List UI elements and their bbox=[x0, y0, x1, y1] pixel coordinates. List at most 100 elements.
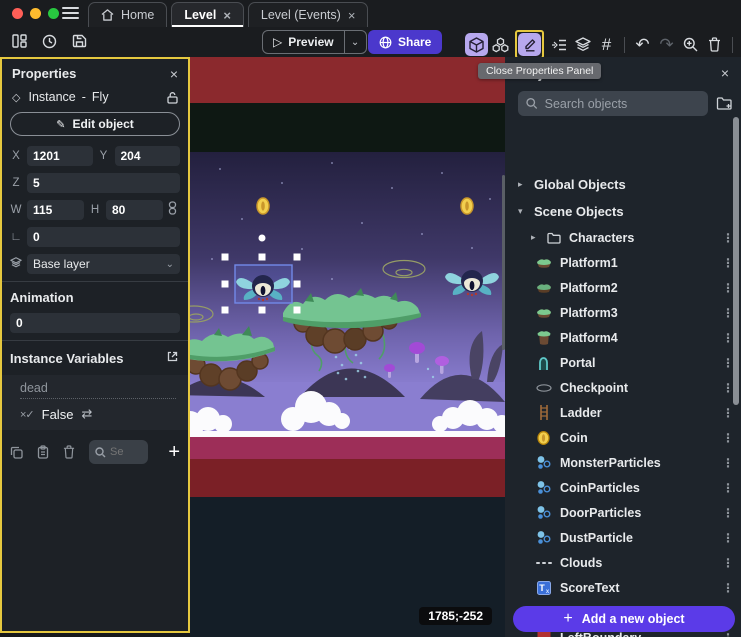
object-item-monsterparticles[interactable]: MonsterParticles⋮ bbox=[505, 450, 741, 475]
z-field[interactable] bbox=[27, 173, 180, 193]
angle-field[interactable] bbox=[27, 227, 180, 247]
tab-level[interactable]: Level × bbox=[171, 2, 244, 27]
x-field[interactable] bbox=[27, 146, 93, 166]
h-label: H bbox=[89, 204, 101, 216]
delete-variable-icon[interactable] bbox=[63, 445, 75, 459]
animation-field[interactable] bbox=[10, 313, 180, 333]
delete-icon[interactable] bbox=[703, 33, 726, 56]
object-item-platform2[interactable]: Platform2⋮ bbox=[505, 275, 741, 300]
object-item-platform1[interactable]: Platform1⋮ bbox=[505, 250, 741, 275]
undo-icon[interactable]: ↶ bbox=[631, 33, 654, 56]
add-variable-button[interactable]: + bbox=[168, 441, 180, 464]
close-tab-icon[interactable]: × bbox=[223, 9, 231, 22]
object-item-platform4[interactable]: Platform4⋮ bbox=[505, 325, 741, 350]
objects-group-icon[interactable] bbox=[489, 33, 512, 56]
object-item-ladder[interactable]: Ladder⋮ bbox=[505, 400, 741, 425]
paste-variable-icon[interactable] bbox=[37, 445, 49, 459]
objects-scrollbar[interactable] bbox=[733, 117, 739, 405]
folder-label: Characters bbox=[569, 231, 707, 245]
maximize-window-button[interactable] bbox=[48, 8, 59, 19]
layer-dropdown[interactable]: Base layer ⌄ bbox=[27, 254, 180, 274]
home-icon bbox=[101, 9, 114, 21]
object-item-scoretext[interactable]: TxScoreText⋮ bbox=[505, 575, 741, 600]
grid-icon[interactable]: # bbox=[595, 33, 618, 56]
toggle-panels-icon[interactable] bbox=[8, 30, 30, 52]
edit-object-button[interactable]: ✎ Edit object bbox=[10, 112, 180, 136]
item-menu-icon[interactable]: ⋮ bbox=[715, 481, 741, 495]
object-item-label: DoorParticles bbox=[560, 506, 715, 520]
unlock-icon[interactable] bbox=[167, 91, 178, 104]
variable-row[interactable]: dead ×✓ False ⇄ bbox=[2, 375, 188, 430]
app-window: Home Level × Level (Events) × bbox=[0, 0, 741, 637]
object-item-coin[interactable]: Coin⋮ bbox=[505, 425, 741, 450]
share-button[interactable]: Share bbox=[368, 30, 442, 54]
open-variables-icon[interactable] bbox=[167, 349, 178, 367]
search-icon bbox=[526, 97, 538, 110]
object-item-platform3[interactable]: Platform3⋮ bbox=[505, 300, 741, 325]
save-icon[interactable] bbox=[68, 30, 90, 52]
variable-search[interactable] bbox=[89, 440, 148, 464]
y-label: Y bbox=[98, 150, 110, 162]
y-field[interactable] bbox=[115, 146, 181, 166]
zoom-in-icon[interactable] bbox=[679, 33, 702, 56]
add-folder-icon[interactable] bbox=[716, 96, 733, 111]
group-global-objects[interactable]: ▸ Global Objects bbox=[505, 171, 741, 198]
variable-name[interactable]: dead bbox=[20, 381, 176, 399]
layers-icon[interactable] bbox=[571, 33, 594, 56]
object-item-label: Platform1 bbox=[560, 256, 715, 270]
item-menu-icon[interactable]: ⋮ bbox=[715, 556, 741, 570]
preview-dropdown-icon[interactable]: ⌄ bbox=[344, 31, 366, 53]
width-field[interactable] bbox=[27, 200, 84, 220]
platform-tall-icon bbox=[535, 330, 552, 345]
add-object-button[interactable]: + Add a new object bbox=[513, 606, 735, 632]
object-item-portal[interactable]: Portal⋮ bbox=[505, 350, 741, 375]
item-menu-icon[interactable]: ⋮ bbox=[715, 406, 741, 420]
scene-canvas[interactable]: 1785;-252 bbox=[190, 57, 505, 637]
highlight-box bbox=[515, 30, 544, 59]
object-item-clouds[interactable]: Clouds⋮ bbox=[505, 550, 741, 575]
lock-aspect-ratio-icon[interactable] bbox=[168, 201, 180, 220]
item-menu-icon[interactable]: ⋮ bbox=[715, 431, 741, 445]
rotate-handle[interactable] bbox=[259, 235, 266, 242]
variable-value[interactable]: False bbox=[42, 407, 74, 422]
cursor-coordinates: 1785;-252 bbox=[419, 607, 492, 625]
minimize-window-button[interactable] bbox=[30, 8, 41, 19]
coin-sprite[interactable] bbox=[461, 198, 473, 214]
folder-characters[interactable]: ▸ Characters ⋮ bbox=[505, 225, 741, 250]
instances-list-icon[interactable] bbox=[547, 33, 570, 56]
group-scene-objects[interactable]: ▾ Scene Objects bbox=[505, 198, 741, 225]
copy-variable-icon[interactable] bbox=[10, 446, 23, 459]
objects-search[interactable] bbox=[518, 91, 708, 116]
instance-dash: - bbox=[82, 90, 86, 104]
menu-icon[interactable] bbox=[62, 7, 79, 20]
object-item-dustparticle[interactable]: DustParticle⋮ bbox=[505, 525, 741, 550]
close-objects-panel-icon[interactable]: × bbox=[721, 66, 729, 80]
variable-search-input[interactable] bbox=[110, 446, 140, 458]
edit-properties-icon[interactable] bbox=[518, 33, 541, 56]
close-properties-icon[interactable]: × bbox=[170, 67, 178, 81]
objects-search-input[interactable] bbox=[545, 97, 700, 111]
preview-button[interactable]: ▷ Preview ⌄ bbox=[262, 30, 367, 54]
object-item-doorparticles[interactable]: DoorParticles⋮ bbox=[505, 500, 741, 525]
item-menu-icon[interactable]: ⋮ bbox=[715, 506, 741, 520]
history-icon[interactable] bbox=[38, 30, 60, 52]
bottom-boundary-band bbox=[190, 459, 505, 497]
tab-home[interactable]: Home bbox=[88, 2, 167, 27]
particles-icon bbox=[535, 455, 552, 470]
object-item-label: ScoreText bbox=[560, 581, 715, 595]
instance-type-label: Instance bbox=[28, 90, 75, 104]
item-menu-icon[interactable]: ⋮ bbox=[715, 456, 741, 470]
tab-level-events[interactable]: Level (Events) × bbox=[248, 2, 369, 27]
close-tab-icon[interactable]: × bbox=[348, 9, 356, 22]
height-field[interactable] bbox=[106, 200, 163, 220]
object-item-coinparticles[interactable]: CoinParticles⋮ bbox=[505, 475, 741, 500]
close-window-button[interactable] bbox=[12, 8, 23, 19]
3d-view-icon[interactable] bbox=[465, 33, 488, 56]
item-menu-icon[interactable]: ⋮ bbox=[715, 531, 741, 545]
plus-icon: + bbox=[563, 610, 572, 628]
object-item-checkpoint[interactable]: Checkpoint⋮ bbox=[505, 375, 741, 400]
coin-sprite[interactable] bbox=[257, 198, 269, 214]
toggle-value-icon[interactable]: ⇄ bbox=[81, 406, 92, 422]
item-menu-icon[interactable]: ⋮ bbox=[715, 581, 741, 595]
platform-grass2-icon bbox=[535, 283, 552, 293]
